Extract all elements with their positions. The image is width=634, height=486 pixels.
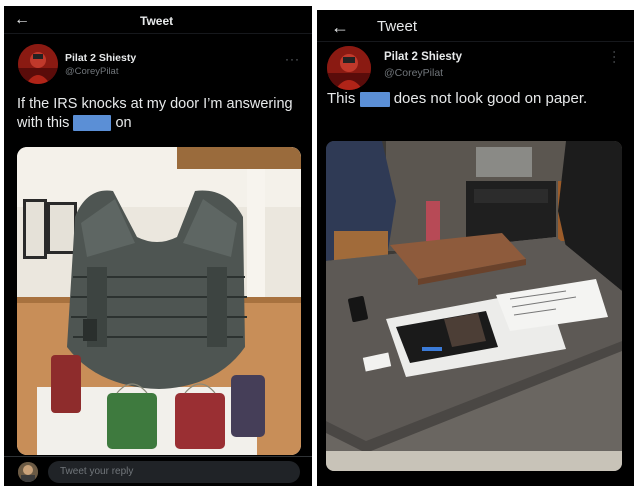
tweet-text-before: This — [327, 90, 356, 107]
page-title: Tweet — [377, 18, 418, 35]
reply-avatar — [18, 462, 38, 482]
kitchen-counter-photo — [326, 141, 622, 471]
page-title: Tweet — [140, 14, 174, 28]
avatar[interactable] — [18, 44, 58, 84]
tweet-image[interactable] — [326, 141, 622, 471]
author-name[interactable]: Pilat 2 Shiesty — [65, 52, 136, 64]
top-bar: ← Tweet — [4, 6, 312, 34]
more-icon[interactable]: ··· — [285, 52, 300, 66]
tweet-text-after: on — [115, 114, 132, 131]
tactical-vest-photo — [17, 147, 301, 455]
redaction-block — [73, 115, 112, 132]
arrow-left-icon[interactable]: ← — [331, 18, 349, 36]
avatar[interactable] — [327, 46, 371, 90]
right-tweet-screenshot: ← Tweet Pilat 2 Shiesty @CoreyPilat ··· … — [317, 10, 634, 486]
reply-bar: Tweet your reply — [4, 456, 312, 486]
arrow-left-icon[interactable]: ← — [14, 12, 30, 28]
author-handle[interactable]: @CoreyPilat — [65, 66, 118, 77]
tweet-text-after: does not look good on paper. — [393, 90, 588, 107]
left-tweet-screenshot: ← Tweet Pilat 2 Shiesty @CoreyPilat ··· … — [4, 6, 312, 486]
author-handle[interactable]: @CoreyPilat — [384, 67, 443, 79]
tweet-text: This does not look good on paper. — [327, 89, 627, 109]
more-icon[interactable]: ··· — [608, 50, 622, 65]
tweet-text: If the IRS knocks at my door I’m answeri… — [17, 95, 307, 133]
top-bar: ← Tweet — [317, 10, 634, 42]
author-name[interactable]: Pilat 2 Shiesty — [384, 51, 462, 63]
redaction-block — [359, 91, 390, 107]
reply-input[interactable]: Tweet your reply — [48, 461, 300, 483]
tweet-text-before: If the IRS knocks at my door I’m answeri… — [17, 96, 293, 131]
tweet-image[interactable] — [17, 147, 301, 455]
